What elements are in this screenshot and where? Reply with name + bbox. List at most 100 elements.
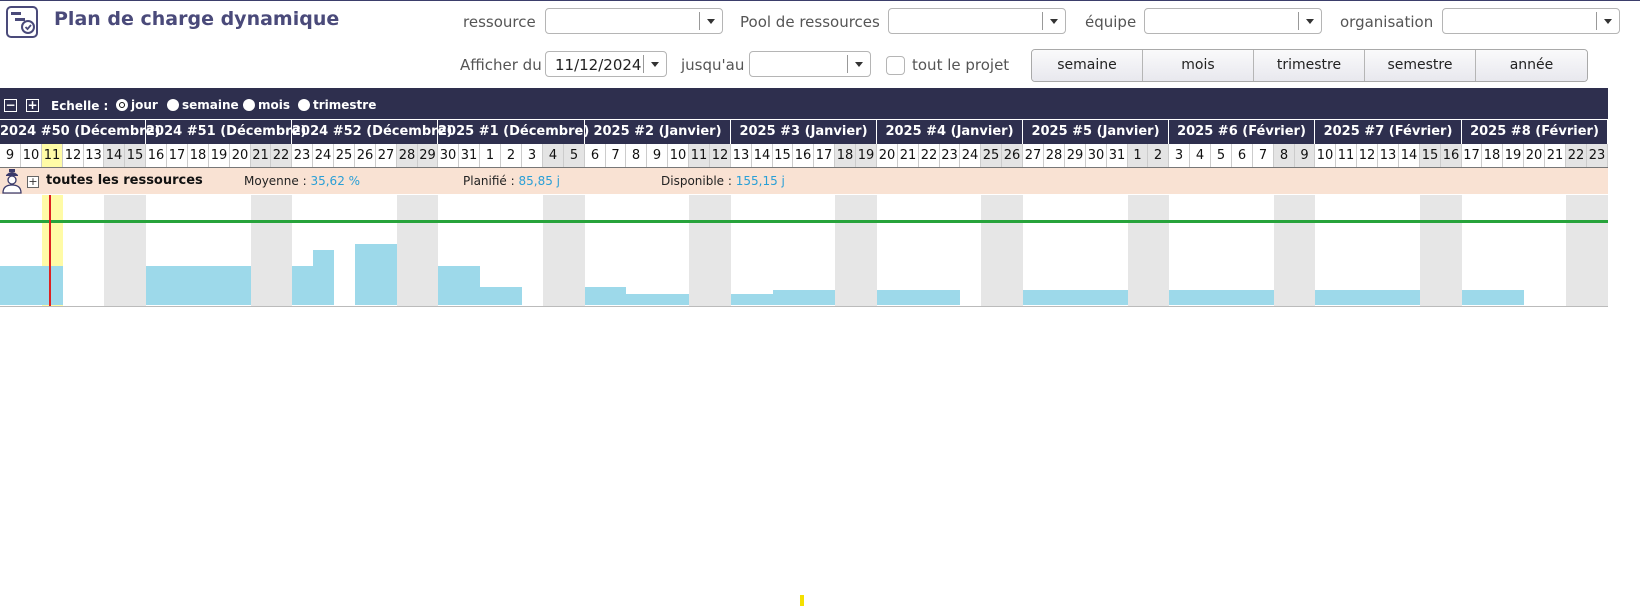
chevron-down-icon[interactable]	[1298, 12, 1321, 30]
weekend-column	[104, 195, 125, 306]
chevron-down-icon[interactable]	[1596, 12, 1619, 30]
day-header-cell: 29	[418, 144, 438, 167]
semestre-button[interactable]: semestre	[1365, 50, 1476, 81]
day-header-cell: 28	[397, 144, 418, 167]
weekend-column	[1566, 195, 1587, 306]
expand-resource-icon[interactable]: +	[27, 176, 39, 188]
trimestre-button[interactable]: trimestre	[1254, 50, 1365, 81]
load-bar	[585, 287, 606, 305]
scale-option-jour[interactable]: jour	[131, 98, 158, 112]
resource-row: + toutes les ressources Moyenne : 35,62 …	[0, 168, 1608, 194]
day-header-cell: 17	[167, 144, 188, 167]
day-header-cell: 19	[1503, 144, 1524, 167]
load-bar	[1211, 290, 1232, 305]
load-bar	[1482, 290, 1503, 305]
weekend-column	[1587, 195, 1608, 306]
ressource-select[interactable]	[545, 8, 723, 34]
load-bar	[355, 244, 376, 305]
load-bar	[1086, 290, 1107, 305]
chevron-down-icon[interactable]	[1042, 12, 1065, 30]
expand-all-icon[interactable]: +	[26, 99, 39, 112]
load-bar	[313, 250, 334, 305]
scale-option-semaine[interactable]: semaine	[182, 98, 239, 112]
equipe-select[interactable]	[1144, 8, 1322, 34]
load-bar	[1378, 290, 1399, 305]
week-header-cell: 2025 #4 (Janvier)	[877, 120, 1023, 144]
chevron-down-icon[interactable]	[847, 55, 870, 73]
pool-select[interactable]	[888, 8, 1066, 34]
chevron-down-icon[interactable]	[699, 12, 722, 30]
day-header-cell: 23	[940, 144, 960, 167]
weekend-column	[251, 195, 271, 306]
gantt-chart-icon	[6, 6, 38, 38]
day-header-cell: 16	[146, 144, 167, 167]
day-header-cell: 3	[522, 144, 543, 167]
weekend-column	[564, 195, 585, 306]
day-header-cell: 10	[668, 144, 689, 167]
weekend-column	[1295, 195, 1315, 306]
day-header-cell: 2	[1148, 144, 1169, 167]
day-header-cell: 22	[271, 144, 292, 167]
scale-option-mois[interactable]: mois	[258, 98, 290, 112]
load-bar	[146, 266, 167, 305]
day-header-cell: 5	[564, 144, 585, 167]
load-bar	[1107, 290, 1128, 305]
chevron-down-icon[interactable]	[643, 55, 666, 73]
load-bar	[1462, 290, 1482, 305]
resize-handle[interactable]	[800, 595, 804, 606]
mois-button[interactable]: mois	[1143, 50, 1254, 81]
tout-projet-checkbox[interactable]	[886, 56, 905, 75]
scale-option-trimestre[interactable]: trimestre	[313, 98, 376, 112]
day-header-cell: 13	[731, 144, 752, 167]
day-header-cell: 18	[1482, 144, 1503, 167]
load-bar	[188, 266, 209, 305]
day-header-cell: 27	[1023, 144, 1044, 167]
period-buttons: semaine mois trimestre semestre année	[1031, 49, 1588, 82]
capacity-line	[0, 220, 1608, 223]
load-bar	[42, 266, 63, 305]
organisation-select[interactable]	[1442, 8, 1620, 34]
top-border	[0, 0, 1640, 1]
weekend-column	[710, 195, 731, 306]
scale-radio-semaine[interactable]	[167, 99, 179, 111]
weekend-column	[1128, 195, 1148, 306]
afficher-du-datefield[interactable]: 11/12/2024	[545, 51, 667, 77]
jusqu-au-datefield[interactable]	[749, 51, 871, 77]
load-bar	[1044, 290, 1065, 305]
load-bar	[230, 266, 251, 305]
afficher-du-label: Afficher du	[460, 56, 542, 74]
load-bar	[731, 294, 752, 305]
load-bar	[292, 266, 313, 305]
jusqu-au-label: jusqu'au	[681, 56, 745, 74]
annee-button[interactable]: année	[1476, 50, 1587, 81]
weekend-column	[856, 195, 877, 306]
resource-name: toutes les ressources	[46, 173, 203, 188]
equipe-label: équipe	[1085, 13, 1137, 31]
day-header-cell: 18	[835, 144, 856, 167]
weekend-column	[1441, 195, 1462, 306]
load-bar	[1399, 290, 1420, 305]
day-header-cell: 13	[84, 144, 104, 167]
ressource-label: ressource	[463, 13, 536, 31]
scale-radio-trimestre[interactable]	[298, 99, 310, 111]
day-header-cell: 25	[981, 144, 1002, 167]
load-bar	[668, 294, 689, 305]
load-bar	[898, 290, 919, 305]
organisation-label: organisation	[1340, 13, 1434, 31]
day-header-cell: 26	[355, 144, 376, 167]
planifie-stat: Planifié : 85,85 j	[463, 174, 560, 188]
day-header-cell: 1	[480, 144, 501, 167]
load-bar	[376, 244, 397, 305]
semaine-button[interactable]: semaine	[1032, 50, 1143, 81]
load-bar	[438, 266, 459, 305]
day-header-cell: 8	[626, 144, 647, 167]
day-header-cell: 12	[63, 144, 84, 167]
day-header-cell: 11	[1336, 144, 1357, 167]
load-bar	[814, 290, 835, 305]
scale-radio-jour[interactable]	[116, 99, 128, 111]
moyenne-value: 35,62 %	[310, 174, 361, 188]
day-header-cell: 9	[647, 144, 668, 167]
collapse-all-icon[interactable]: −	[4, 99, 17, 112]
scale-radio-mois[interactable]	[243, 99, 255, 111]
day-header-cell: 6	[1232, 144, 1253, 167]
